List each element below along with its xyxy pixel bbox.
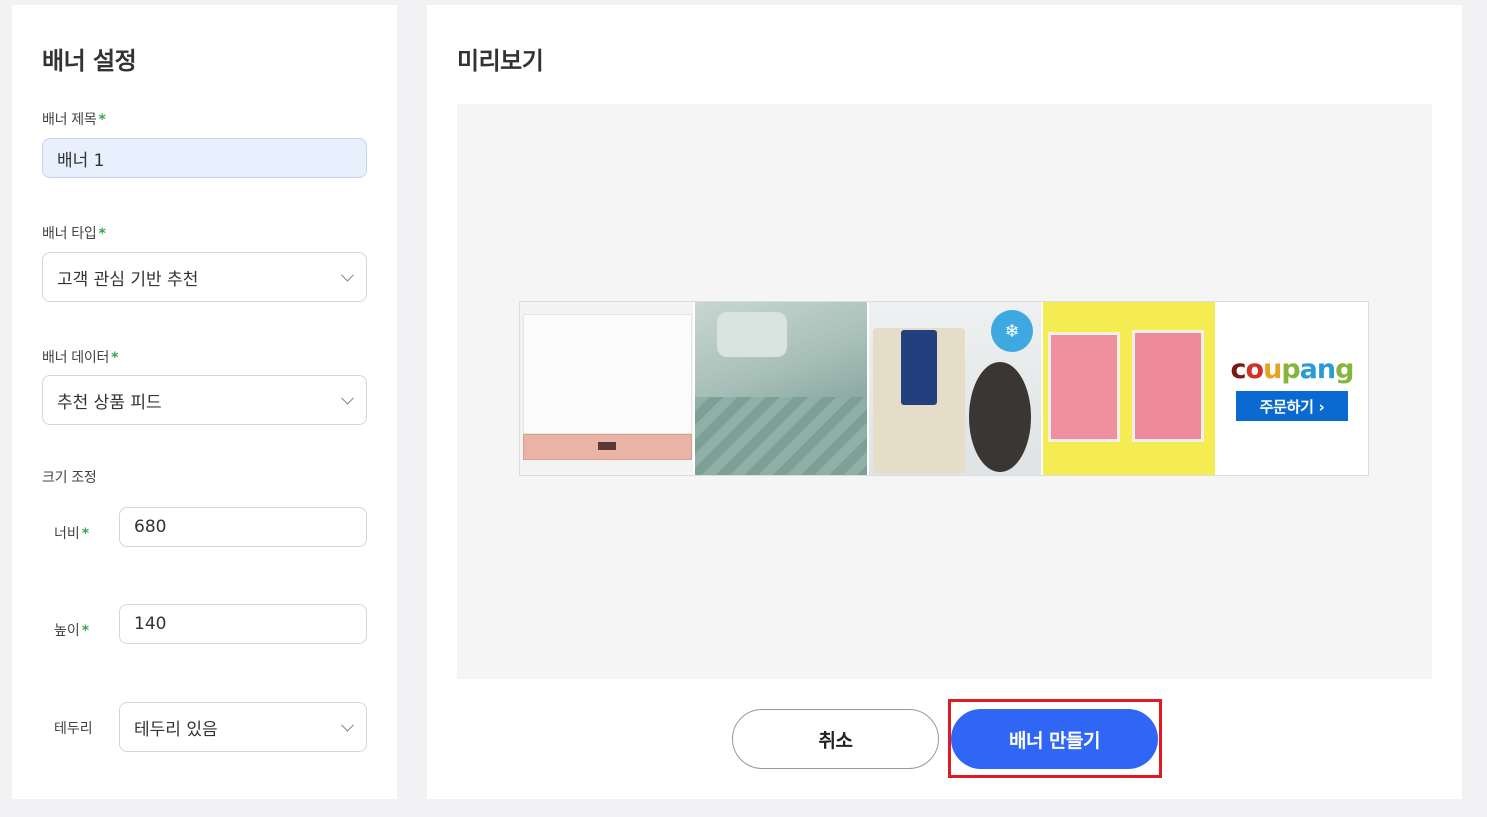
quilt-shape [695,397,867,475]
snowflake-icon: ❄ [991,310,1033,352]
create-banner-button[interactable]: 배너 만들기 [951,709,1158,769]
squid-bag-label [901,330,937,405]
banner-title-label-text: 배너 제목 [42,112,97,128]
banner-type-label-text: 배너 타입 [42,226,97,242]
squid-plate [969,362,1031,472]
border-label: 테두리 [54,721,93,737]
settings-title: 배너 설정 [42,47,137,75]
coupang-order-button[interactable]: 주문하기 › [1236,391,1348,421]
banner-data-select[interactable]: 추천 상품 피드 [42,375,367,425]
required-mark: * [98,112,106,128]
cooktop-surface [523,314,692,434]
banner-data-label: 배너 데이터 * [42,347,118,367]
cooktop-display [598,442,616,450]
product-image-dried-squid[interactable]: ❄ [869,302,1043,475]
preview-area: ❄ coupang 주문하기 › [457,104,1432,679]
preview-title: 미리보기 [457,47,544,75]
height-label-text: 높이 [54,623,80,639]
required-mark: * [81,526,90,542]
banner-preview[interactable]: ❄ coupang 주문하기 › [519,301,1369,476]
width-label: 너비 * [54,523,89,543]
banner-type-value: 고객 관심 기반 추천 [57,269,199,290]
banner-settings-panel: 배너 설정 배너 제목 * 배너 1 배너 타입 * 고객 관심 기반 추천 배너 … [12,5,397,799]
width-input[interactable]: 680 [119,507,367,547]
pillow-shape [717,312,787,357]
product-image-molds[interactable] [1043,302,1217,475]
banner-data-label-text: 배너 데이터 [42,350,110,366]
border-select[interactable]: 테두리 있음 [119,702,367,752]
width-label-text: 너비 [54,526,80,542]
banner-data-value: 추천 상품 피드 [57,392,162,413]
height-input[interactable]: 140 [119,604,367,644]
required-mark: * [111,350,119,366]
coupang-cta[interactable]: coupang 주문하기 › [1217,302,1367,475]
product-image-bedding[interactable] [695,302,869,475]
border-value: 테두리 있음 [134,719,218,740]
preview-panel: 미리보기 ❄ coupang 주문하기 › 취소 배너 만들기 [427,5,1462,799]
banner-title-label: 배너 제목 * [42,109,106,129]
banner-title-input[interactable]: 배너 1 [42,138,367,178]
mold-tray-right [1132,330,1204,442]
size-label: 크기 조정 [42,470,97,486]
cancel-button[interactable]: 취소 [732,709,939,769]
chevron-down-icon [341,268,354,282]
banner-type-select[interactable]: 고객 관심 기반 추천 [42,252,367,302]
chevron-down-icon [341,391,354,405]
product-image-cooktop[interactable] [520,302,695,475]
required-mark: * [81,623,90,639]
coupang-logo: coupang [1230,354,1355,385]
banner-type-label: 배너 타입 * [42,223,106,243]
required-mark: * [98,226,106,242]
height-label: 높이 * [54,620,89,640]
mold-tray-left [1048,332,1120,442]
chevron-down-icon [341,718,354,732]
